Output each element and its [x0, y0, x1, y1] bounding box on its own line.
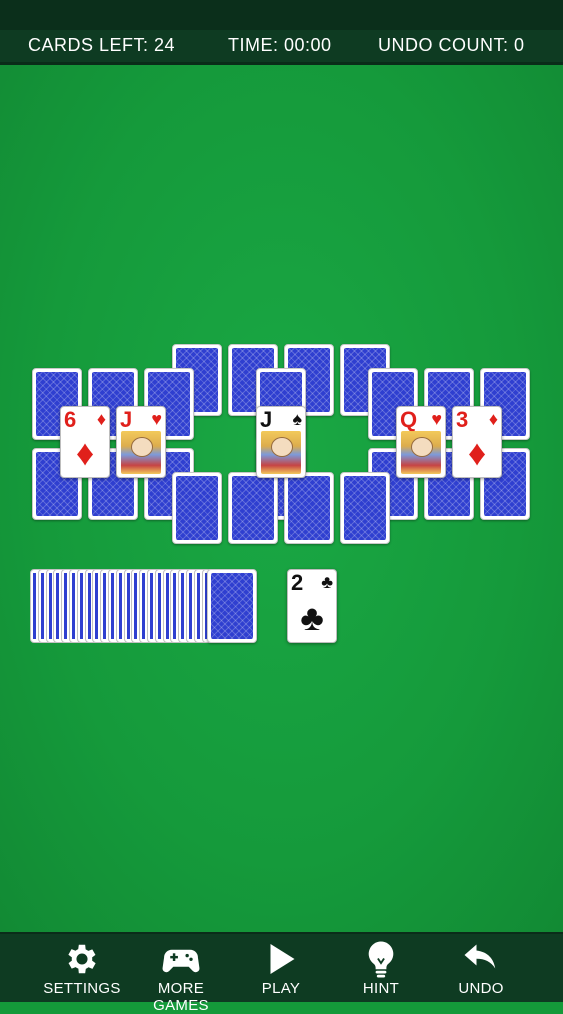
play-label: PLAY [261, 980, 301, 997]
card-six-of-diamonds[interactable]: 6 ♦ ♦ [60, 406, 110, 478]
card-rank: 6 [64, 407, 77, 432]
diamond-icon: ♦ [488, 409, 498, 429]
spade-icon: ♠ [292, 409, 302, 429]
club-icon: ♣ [321, 572, 333, 592]
stock-top-card[interactable] [207, 569, 257, 643]
lightbulb-icon [368, 941, 394, 978]
card-rank: J [120, 407, 133, 432]
card-jack-of-spades[interactable]: J ♠ [256, 406, 306, 478]
undo-label: UNDO [458, 980, 504, 997]
diamond-icon: ♦ [75, 432, 95, 473]
diamond-icon: ♦ [96, 409, 106, 429]
gear-icon [68, 944, 96, 974]
club-icon: ♣ [300, 597, 324, 638]
timer-label: TIME: 00:00 [228, 35, 332, 55]
play-button[interactable]: PLAY [231, 934, 331, 1002]
undo-count-label: UNDO COUNT: 0 [378, 35, 525, 55]
card-rank: J [260, 407, 273, 432]
hint-button[interactable]: HINT [331, 934, 431, 1002]
undo-button[interactable]: UNDO [431, 934, 531, 1002]
card-rank: 2 [291, 570, 304, 595]
queen-portrait-icon [401, 431, 441, 474]
gamepad-icon [162, 949, 200, 973]
card-three-of-diamonds[interactable]: 3 ♦ ♦ [452, 406, 502, 478]
heart-icon: ♥ [431, 409, 442, 429]
card-rank: Q [400, 407, 418, 432]
cards-left-label: CARDS LEFT: 24 [28, 35, 176, 55]
settings-button[interactable]: SETTINGS [32, 934, 132, 1002]
diamond-icon: ♦ [467, 432, 487, 473]
status-bar: CARDS LEFT: 24 TIME: 00:00 UNDO COUNT: 0 [0, 0, 563, 65]
card-back[interactable] [340, 472, 390, 544]
heart-icon: ♥ [151, 409, 162, 429]
card-jack-of-hearts[interactable]: J ♥ [116, 406, 166, 478]
card-queen-of-hearts[interactable]: Q ♥ [396, 406, 446, 478]
card-back[interactable] [284, 472, 334, 544]
more-games-label: MORE GAMES [153, 980, 209, 1014]
hint-label: HINT [362, 980, 400, 997]
card-rank: 3 [456, 407, 469, 432]
jack-portrait-icon [121, 431, 161, 474]
more-games-button[interactable]: MORE GAMES [131, 934, 231, 1014]
waste-card-two-of-clubs[interactable]: 2 ♣ ♣ [287, 569, 337, 643]
jack-portrait-icon [261, 431, 301, 474]
card-back[interactable] [172, 472, 222, 544]
bottom-toolbar: SETTINGS MORE GAMES PLAY HINT UNDO [0, 932, 563, 1014]
card-back[interactable] [228, 472, 278, 544]
undo-icon [464, 944, 496, 969]
play-icon [270, 944, 295, 974]
settings-label: SETTINGS [43, 980, 121, 997]
status-bar-strip [0, 0, 563, 30]
